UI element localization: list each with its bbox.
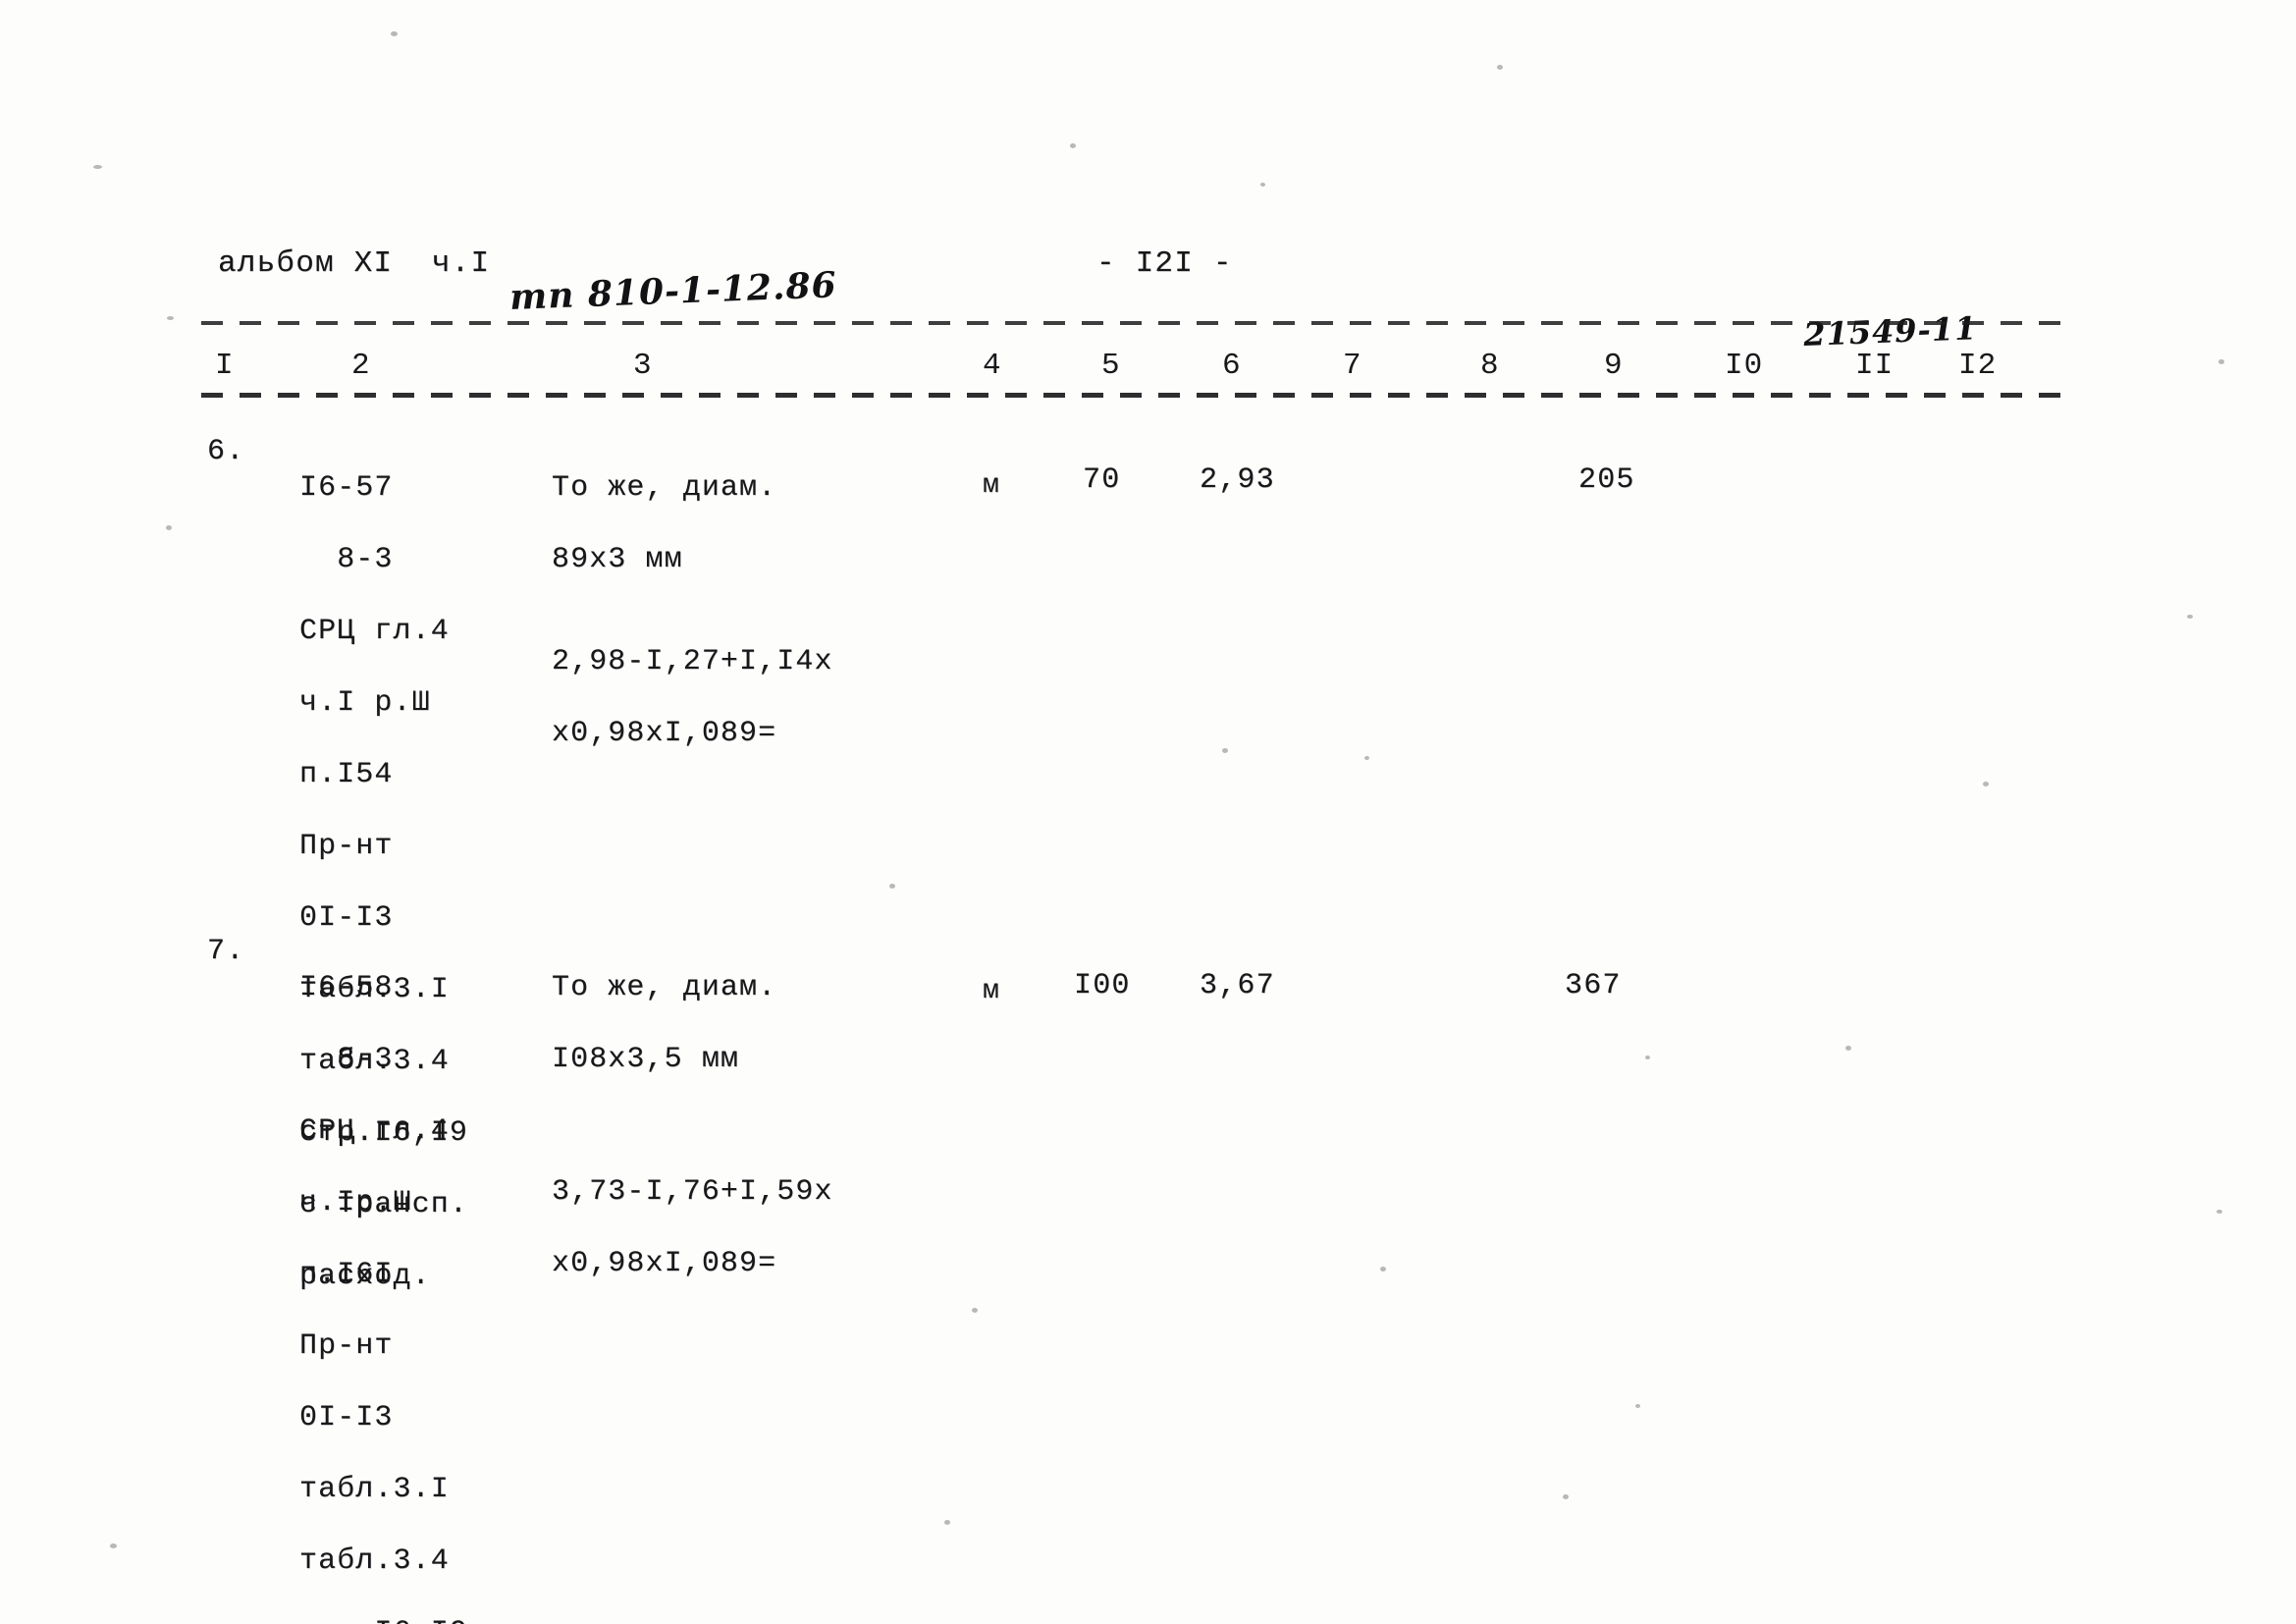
quantity-cell: 70 — [1083, 463, 1121, 497]
column-header-2: 2 — [351, 349, 371, 383]
row-code-block: I6-58 8-3 СРЦ гл.4 ч.Iр.Ш п.I6I Пр-нт 0I… — [299, 935, 468, 1624]
scan-speck — [889, 884, 895, 889]
scan-speck — [1222, 748, 1228, 753]
column-header-1: I — [215, 349, 235, 383]
scan-speck — [93, 165, 102, 169]
column-header-7: 7 — [1343, 349, 1362, 383]
formula-line: 2,98-I,27+I,I4x — [552, 645, 833, 678]
scan-speck — [166, 525, 172, 530]
column-header-3: 3 — [633, 349, 653, 383]
unit-price-cell: 2,93 — [1200, 463, 1275, 497]
code-line: ч.I р.Ш — [299, 686, 431, 720]
code-line: 8-3 — [299, 1043, 394, 1076]
total-cell: 205 — [1578, 463, 1635, 497]
code-line: I6-57 — [299, 471, 394, 505]
code-line: табл.3.4 — [299, 1544, 450, 1578]
code-line: 0I-I3 — [299, 1401, 394, 1435]
scanned-document-page: альбом XI ч.I тп 810-1-12.86 - I2I - 215… — [0, 0, 2296, 1624]
unit-price-cell: 3,67 — [1200, 969, 1275, 1002]
formula-line: x0,98xI,089= — [552, 717, 777, 750]
code-line: п.I54 — [299, 758, 394, 791]
scan-speck — [1563, 1494, 1569, 1499]
column-header-12: I2 — [1958, 349, 1998, 383]
column-header-9: 9 — [1604, 349, 1624, 383]
scan-speck — [391, 31, 398, 36]
scan-speck — [1983, 782, 1989, 786]
column-header-10: I0 — [1725, 349, 1764, 383]
code-line: табл.3.I — [299, 1473, 450, 1506]
description-line: То же, диам. — [552, 971, 777, 1004]
scan-speck — [167, 316, 174, 320]
description-line: То же, диам. — [552, 471, 777, 505]
scan-speck — [1497, 65, 1503, 70]
scan-speck — [110, 1543, 117, 1548]
archive-stamp-handwritten: 21549-11 — [1802, 309, 1979, 353]
code-line: ч.Iр.Ш — [299, 1186, 412, 1219]
scan-speck — [1260, 183, 1265, 187]
scan-speck — [1070, 143, 1076, 148]
scan-speck — [1845, 1046, 1851, 1051]
unit-cell: м — [983, 470, 1001, 501]
column-header-5: 5 — [1101, 349, 1121, 383]
formula-line: x0,98xI,089= — [552, 1247, 777, 1280]
scan-speck — [1645, 1056, 1650, 1059]
scan-speck — [944, 1520, 950, 1525]
table-rule-top — [201, 321, 2071, 325]
scan-speck — [1364, 756, 1369, 760]
project-code-handwritten: тп 810-1-12.86 — [508, 264, 838, 318]
scan-speck — [1635, 1404, 1640, 1408]
column-header-8: 8 — [1480, 349, 1500, 383]
row-formula-block: 2,98-I,27+I,I4x x0,98xI,089= — [552, 609, 833, 787]
description-line: 89x3 мм — [552, 543, 683, 576]
scan-speck — [1380, 1267, 1386, 1272]
row-number: 7. — [207, 935, 245, 968]
scan-speck — [972, 1308, 978, 1313]
total-cell: 367 — [1565, 969, 1622, 1002]
column-header-11: II — [1855, 349, 1895, 383]
code-line: 8-3 — [299, 543, 394, 576]
code-line: СРЦ гл.4 — [299, 1114, 450, 1148]
code-line: п.I6I — [299, 1258, 394, 1291]
page-number-label: - I2I - — [1096, 246, 1233, 281]
unit-cell: м — [983, 976, 1001, 1006]
code-line: 0I-I3 — [299, 901, 394, 935]
code-line: Пр-нт — [299, 1329, 394, 1363]
code-line: СРЦ гл.4 — [299, 615, 450, 648]
code-line: Пр-нт — [299, 830, 394, 863]
code-line: I6-58 — [299, 971, 394, 1004]
album-label: альбом XI ч.I — [218, 246, 491, 281]
row-number: 6. — [207, 435, 245, 468]
row-description-block: То же, диам. I08x3,5 мм — [552, 935, 776, 1113]
code-line: стр.I6,I9 — [299, 1615, 468, 1624]
formula-line: 3,73-I,76+I,59x — [552, 1175, 833, 1209]
column-header-6: 6 — [1222, 349, 1242, 383]
scan-speck — [2218, 359, 2224, 364]
scan-speck — [2187, 615, 2193, 619]
description-line: I08x3,5 мм — [552, 1043, 740, 1076]
scan-speck — [2216, 1210, 2222, 1214]
row-formula-block: 3,73-I,76+I,59x x0,98xI,089= — [552, 1139, 833, 1318]
row-description-block: То же, диам. 89x3 мм — [552, 435, 776, 614]
column-header-4: 4 — [983, 349, 1002, 383]
quantity-cell: I00 — [1074, 969, 1131, 1002]
table-rule-under-headers — [201, 393, 2071, 398]
